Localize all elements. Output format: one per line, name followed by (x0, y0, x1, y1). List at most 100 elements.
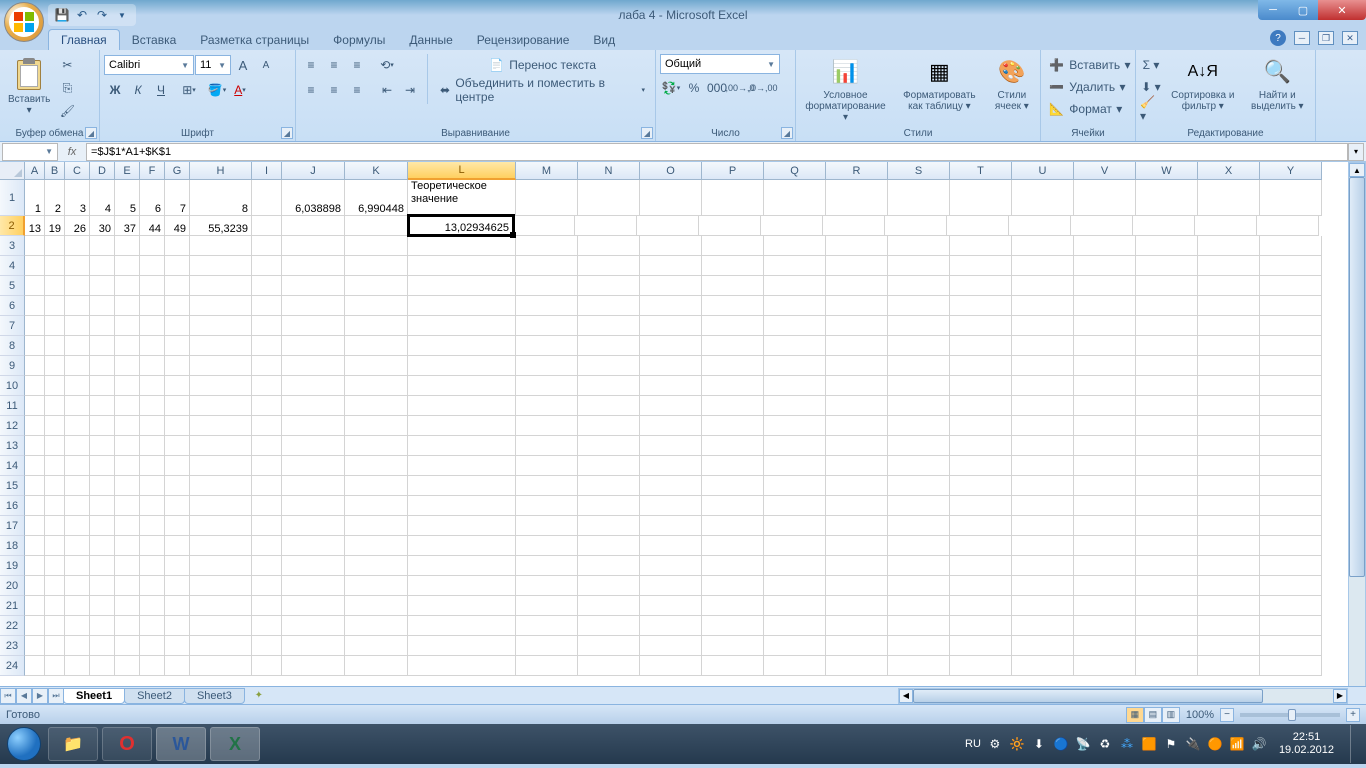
cell-K9[interactable] (345, 356, 408, 376)
cell-P8[interactable] (702, 336, 764, 356)
cell-J6[interactable] (282, 296, 345, 316)
cell-K8[interactable] (345, 336, 408, 356)
cell-A22[interactable] (25, 616, 45, 636)
cell-V1[interactable] (1074, 180, 1136, 216)
cell-I18[interactable] (252, 536, 282, 556)
row-header-5[interactable]: 5 (0, 276, 25, 296)
cell-H12[interactable] (190, 416, 252, 436)
cell-G20[interactable] (165, 576, 190, 596)
cell-O22[interactable] (640, 616, 702, 636)
cell-F23[interactable] (140, 636, 165, 656)
cell-I20[interactable] (252, 576, 282, 596)
cell-Y10[interactable] (1260, 376, 1322, 396)
cell-Y14[interactable] (1260, 456, 1322, 476)
minimize-button[interactable]: ─ (1258, 0, 1288, 20)
cell-O23[interactable] (640, 636, 702, 656)
cell-U21[interactable] (1012, 596, 1074, 616)
cell-A1[interactable]: 1 (25, 180, 45, 216)
row-header-15[interactable]: 15 (0, 476, 25, 496)
cell-M22[interactable] (516, 616, 578, 636)
cell-P4[interactable] (702, 256, 764, 276)
cell-M4[interactable] (516, 256, 578, 276)
cell-U19[interactable] (1012, 556, 1074, 576)
name-box[interactable]: ▼ (2, 143, 58, 161)
cell-W8[interactable] (1136, 336, 1198, 356)
cell-E1[interactable]: 5 (115, 180, 140, 216)
cell-H4[interactable] (190, 256, 252, 276)
cell-A6[interactable] (25, 296, 45, 316)
alignment-launcher[interactable]: ◢ (641, 127, 653, 139)
close-button[interactable]: ✕ (1318, 0, 1366, 20)
cell-P2[interactable] (699, 216, 761, 236)
cell-X6[interactable] (1198, 296, 1260, 316)
cell-J1[interactable]: 6,038898 (282, 180, 345, 216)
cell-V18[interactable] (1074, 536, 1136, 556)
cell-M13[interactable] (516, 436, 578, 456)
cell-D19[interactable] (90, 556, 115, 576)
shrink-font-icon[interactable]: A (255, 54, 277, 76)
col-header-D[interactable]: D (90, 162, 115, 180)
cell-P19[interactable] (702, 556, 764, 576)
cell-H13[interactable] (190, 436, 252, 456)
autosum-icon[interactable]: Σ ▾ (1140, 54, 1162, 76)
cell-Y24[interactable] (1260, 656, 1322, 676)
cell-Q24[interactable] (764, 656, 826, 676)
cell-S2[interactable] (885, 216, 947, 236)
qat-customize-icon[interactable]: ▼ (114, 7, 130, 23)
cell-D10[interactable] (90, 376, 115, 396)
conditional-formatting-button[interactable]: 📊 Условное форматирование ▾ (800, 54, 891, 125)
cell-T23[interactable] (950, 636, 1012, 656)
cell-V16[interactable] (1074, 496, 1136, 516)
cell-N12[interactable] (578, 416, 640, 436)
cell-Y11[interactable] (1260, 396, 1322, 416)
number-format-combo[interactable]: Общий▼ (660, 54, 780, 74)
cell-G14[interactable] (165, 456, 190, 476)
cell-J22[interactable] (282, 616, 345, 636)
cell-T15[interactable] (950, 476, 1012, 496)
cell-K21[interactable] (345, 596, 408, 616)
cell-H19[interactable] (190, 556, 252, 576)
border-button[interactable]: ⊞▾ (178, 79, 200, 101)
col-header-G[interactable]: G (165, 162, 190, 180)
cell-C1[interactable]: 3 (65, 180, 90, 216)
cell-J8[interactable] (282, 336, 345, 356)
cell-P21[interactable] (702, 596, 764, 616)
action-center-icon[interactable]: ⚑ (1163, 736, 1179, 752)
cell-X24[interactable] (1198, 656, 1260, 676)
cell-G6[interactable] (165, 296, 190, 316)
cell-V23[interactable] (1074, 636, 1136, 656)
cell-L4[interactable] (408, 256, 516, 276)
cell-P6[interactable] (702, 296, 764, 316)
cell-G5[interactable] (165, 276, 190, 296)
scroll-up-button[interactable]: ▲ (1349, 163, 1365, 177)
tray-icon[interactable]: ♻ (1097, 736, 1113, 752)
cell-J5[interactable] (282, 276, 345, 296)
cell-F9[interactable] (140, 356, 165, 376)
cell-U8[interactable] (1012, 336, 1074, 356)
cell-A3[interactable] (25, 236, 45, 256)
cell-R12[interactable] (826, 416, 888, 436)
cell-T14[interactable] (950, 456, 1012, 476)
sheet-tab-2[interactable]: Sheet2 (124, 688, 185, 704)
cell-C16[interactable] (65, 496, 90, 516)
cell-N15[interactable] (578, 476, 640, 496)
cell-M10[interactable] (516, 376, 578, 396)
cell-G11[interactable] (165, 396, 190, 416)
cell-S8[interactable] (888, 336, 950, 356)
cell-P18[interactable] (702, 536, 764, 556)
cell-S16[interactable] (888, 496, 950, 516)
cell-V13[interactable] (1074, 436, 1136, 456)
cell-I14[interactable] (252, 456, 282, 476)
cell-V21[interactable] (1074, 596, 1136, 616)
cell-C19[interactable] (65, 556, 90, 576)
cell-M3[interactable] (516, 236, 578, 256)
cell-I2[interactable] (252, 216, 282, 236)
cell-H18[interactable] (190, 536, 252, 556)
cell-W17[interactable] (1136, 516, 1198, 536)
cell-R1[interactable] (826, 180, 888, 216)
tray-icon[interactable]: 📡 (1075, 736, 1091, 752)
cell-F13[interactable] (140, 436, 165, 456)
cell-O20[interactable] (640, 576, 702, 596)
cell-R16[interactable] (826, 496, 888, 516)
power-icon[interactable]: 🔌 (1185, 736, 1201, 752)
